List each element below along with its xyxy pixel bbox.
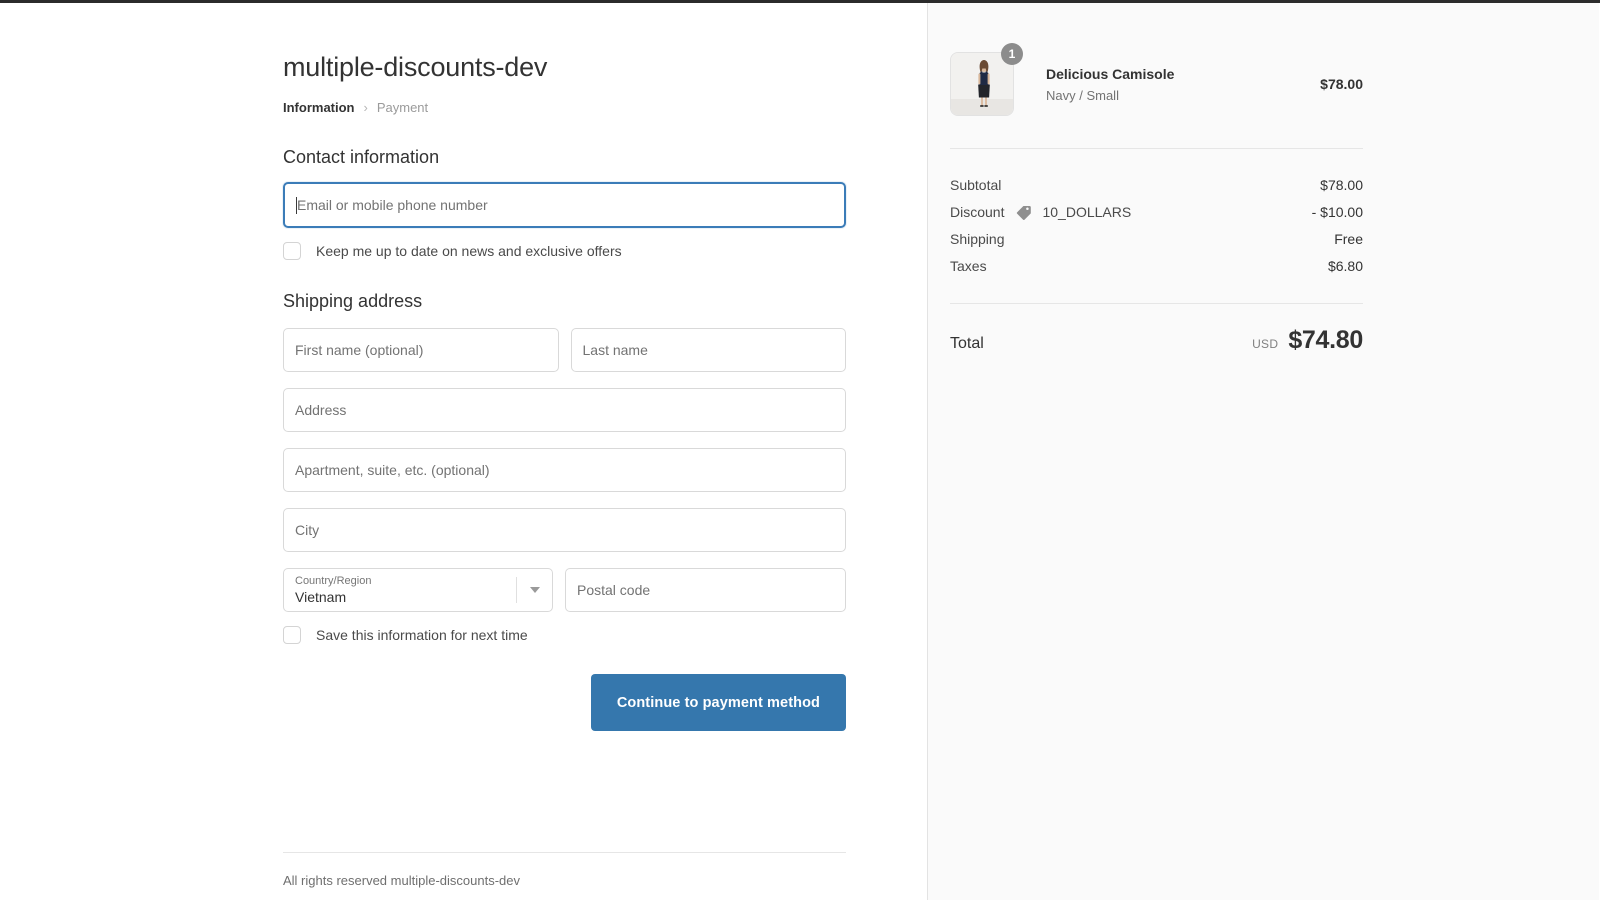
- checkout-form-pane: multiple-discounts-dev Information › Pay…: [0, 0, 928, 900]
- top-chrome-strip: [0, 0, 1600, 3]
- apartment-field[interactable]: Apartment, suite, etc. (optional): [283, 448, 846, 492]
- newsletter-checkbox-label: Keep me up to date on news and exclusive…: [316, 243, 622, 259]
- save-info-checkbox-row[interactable]: Save this information for next time: [283, 626, 846, 644]
- last-name-placeholder: Last name: [582, 342, 648, 358]
- line-item-info: Delicious Camisole Navy / Small: [1046, 65, 1320, 104]
- chevron-down-icon[interactable]: [530, 587, 540, 593]
- line-item-variant: Navy / Small: [1046, 87, 1119, 103]
- country-select-affordance[interactable]: [516, 569, 552, 611]
- total-row-discount: Discount 10_DOLLARS - $10.00: [950, 198, 1363, 225]
- shipping-value: Free: [1334, 230, 1363, 247]
- shop-title: multiple-discounts-dev: [283, 52, 548, 82]
- line-item-name: Delicious Camisole: [1046, 65, 1175, 82]
- first-name-placeholder: First name (optional): [295, 342, 424, 358]
- discount-label-group: Discount 10_DOLLARS: [950, 203, 1131, 221]
- tag-icon: [1016, 204, 1032, 220]
- breadcrumb-item-payment[interactable]: Payment: [377, 100, 428, 116]
- form-actions: Continue to payment method: [283, 674, 846, 731]
- footer: All rights reserved multiple-discounts-d…: [283, 852, 846, 889]
- city-placeholder: City: [295, 522, 320, 538]
- order-summary: 1 Delicious Camisole Navy / Small $78.00…: [950, 43, 1363, 354]
- email-field-placeholder: Email or mobile phone number: [297, 197, 488, 213]
- country-select-label: Country/Region: [295, 574, 372, 587]
- total-row-subtotal: Subtotal $78.00: [950, 171, 1363, 198]
- subtotal-label: Subtotal: [950, 176, 1002, 193]
- country-select-value: Vietnam: [295, 588, 347, 605]
- postal-code-placeholder: Postal code: [577, 582, 651, 598]
- email-field[interactable]: Email or mobile phone number: [283, 182, 846, 228]
- newsletter-checkbox-row[interactable]: Keep me up to date on news and exclusive…: [283, 242, 846, 260]
- total-row-taxes: Taxes $6.80: [950, 252, 1363, 279]
- breadcrumb: Information › Payment: [283, 100, 846, 116]
- breadcrumb-item-information[interactable]: Information: [283, 100, 355, 116]
- select-divider: [516, 577, 517, 603]
- grand-total-label: Total: [950, 335, 984, 352]
- grand-total-amount: $74.80: [1288, 326, 1363, 354]
- shipping-label: Shipping: [950, 230, 1005, 247]
- discount-code: 10_DOLLARS: [1042, 203, 1132, 220]
- footer-text: All rights reserved multiple-discounts-d…: [283, 873, 520, 888]
- text-caret: [296, 196, 297, 214]
- name-fields-row: First name (optional) Last name: [283, 328, 846, 372]
- product-photo-svg: [951, 53, 1013, 115]
- city-field[interactable]: City: [283, 508, 846, 552]
- shipping-address-heading: Shipping address: [283, 291, 423, 311]
- taxes-value: $6.80: [1327, 257, 1363, 274]
- last-name-field[interactable]: Last name: [570, 328, 846, 372]
- checkout-form: multiple-discounts-dev Information › Pay…: [283, 50, 846, 731]
- grand-total-amount-group: USD $74.80: [1252, 326, 1363, 354]
- discount-label: Discount: [950, 203, 1005, 220]
- line-item-quantity-badge: 1: [1001, 43, 1023, 65]
- line-item-thumbnail-wrap: 1: [950, 43, 1023, 116]
- apartment-placeholder: Apartment, suite, etc. (optional): [295, 462, 490, 478]
- taxes-label: Taxes: [950, 257, 987, 274]
- grand-total-currency: USD: [1252, 337, 1279, 351]
- chevron-right-icon: ›: [363, 100, 368, 115]
- totals-list: Subtotal $78.00 Discount 10_DOLLARS - $1…: [950, 149, 1363, 304]
- country-select-text: Country/Region Vietnam: [295, 575, 371, 606]
- order-summary-pane: 1 Delicious Camisole Navy / Small $78.00…: [928, 0, 1599, 900]
- country-postal-row: Country/Region Vietnam Postal code: [283, 568, 846, 612]
- subtotal-value: $78.00: [1320, 176, 1363, 193]
- contact-information-heading: Contact information: [283, 147, 440, 167]
- grand-total-row: Total USD $74.80: [950, 304, 1363, 354]
- country-region-select[interactable]: Country/Region Vietnam: [283, 568, 553, 612]
- continue-to-payment-button[interactable]: Continue to payment method: [590, 674, 846, 731]
- newsletter-checkbox[interactable]: [283, 242, 301, 260]
- checkout-page: multiple-discounts-dev Information › Pay…: [0, 0, 1600, 900]
- save-info-checkbox[interactable]: [283, 626, 301, 644]
- address-field[interactable]: Address: [283, 388, 846, 432]
- address-placeholder: Address: [295, 402, 347, 418]
- postal-code-field[interactable]: Postal code: [565, 568, 846, 612]
- discount-value: - $10.00: [1311, 203, 1363, 220]
- tag-icon-svg: [1017, 205, 1032, 220]
- save-info-checkbox-label: Save this information for next time: [316, 627, 528, 643]
- total-row-shipping: Shipping Free: [950, 225, 1363, 252]
- line-item-price: $78.00: [1320, 76, 1363, 92]
- first-name-field[interactable]: First name (optional): [283, 328, 559, 372]
- line-item: 1 Delicious Camisole Navy / Small $78.00: [950, 43, 1363, 149]
